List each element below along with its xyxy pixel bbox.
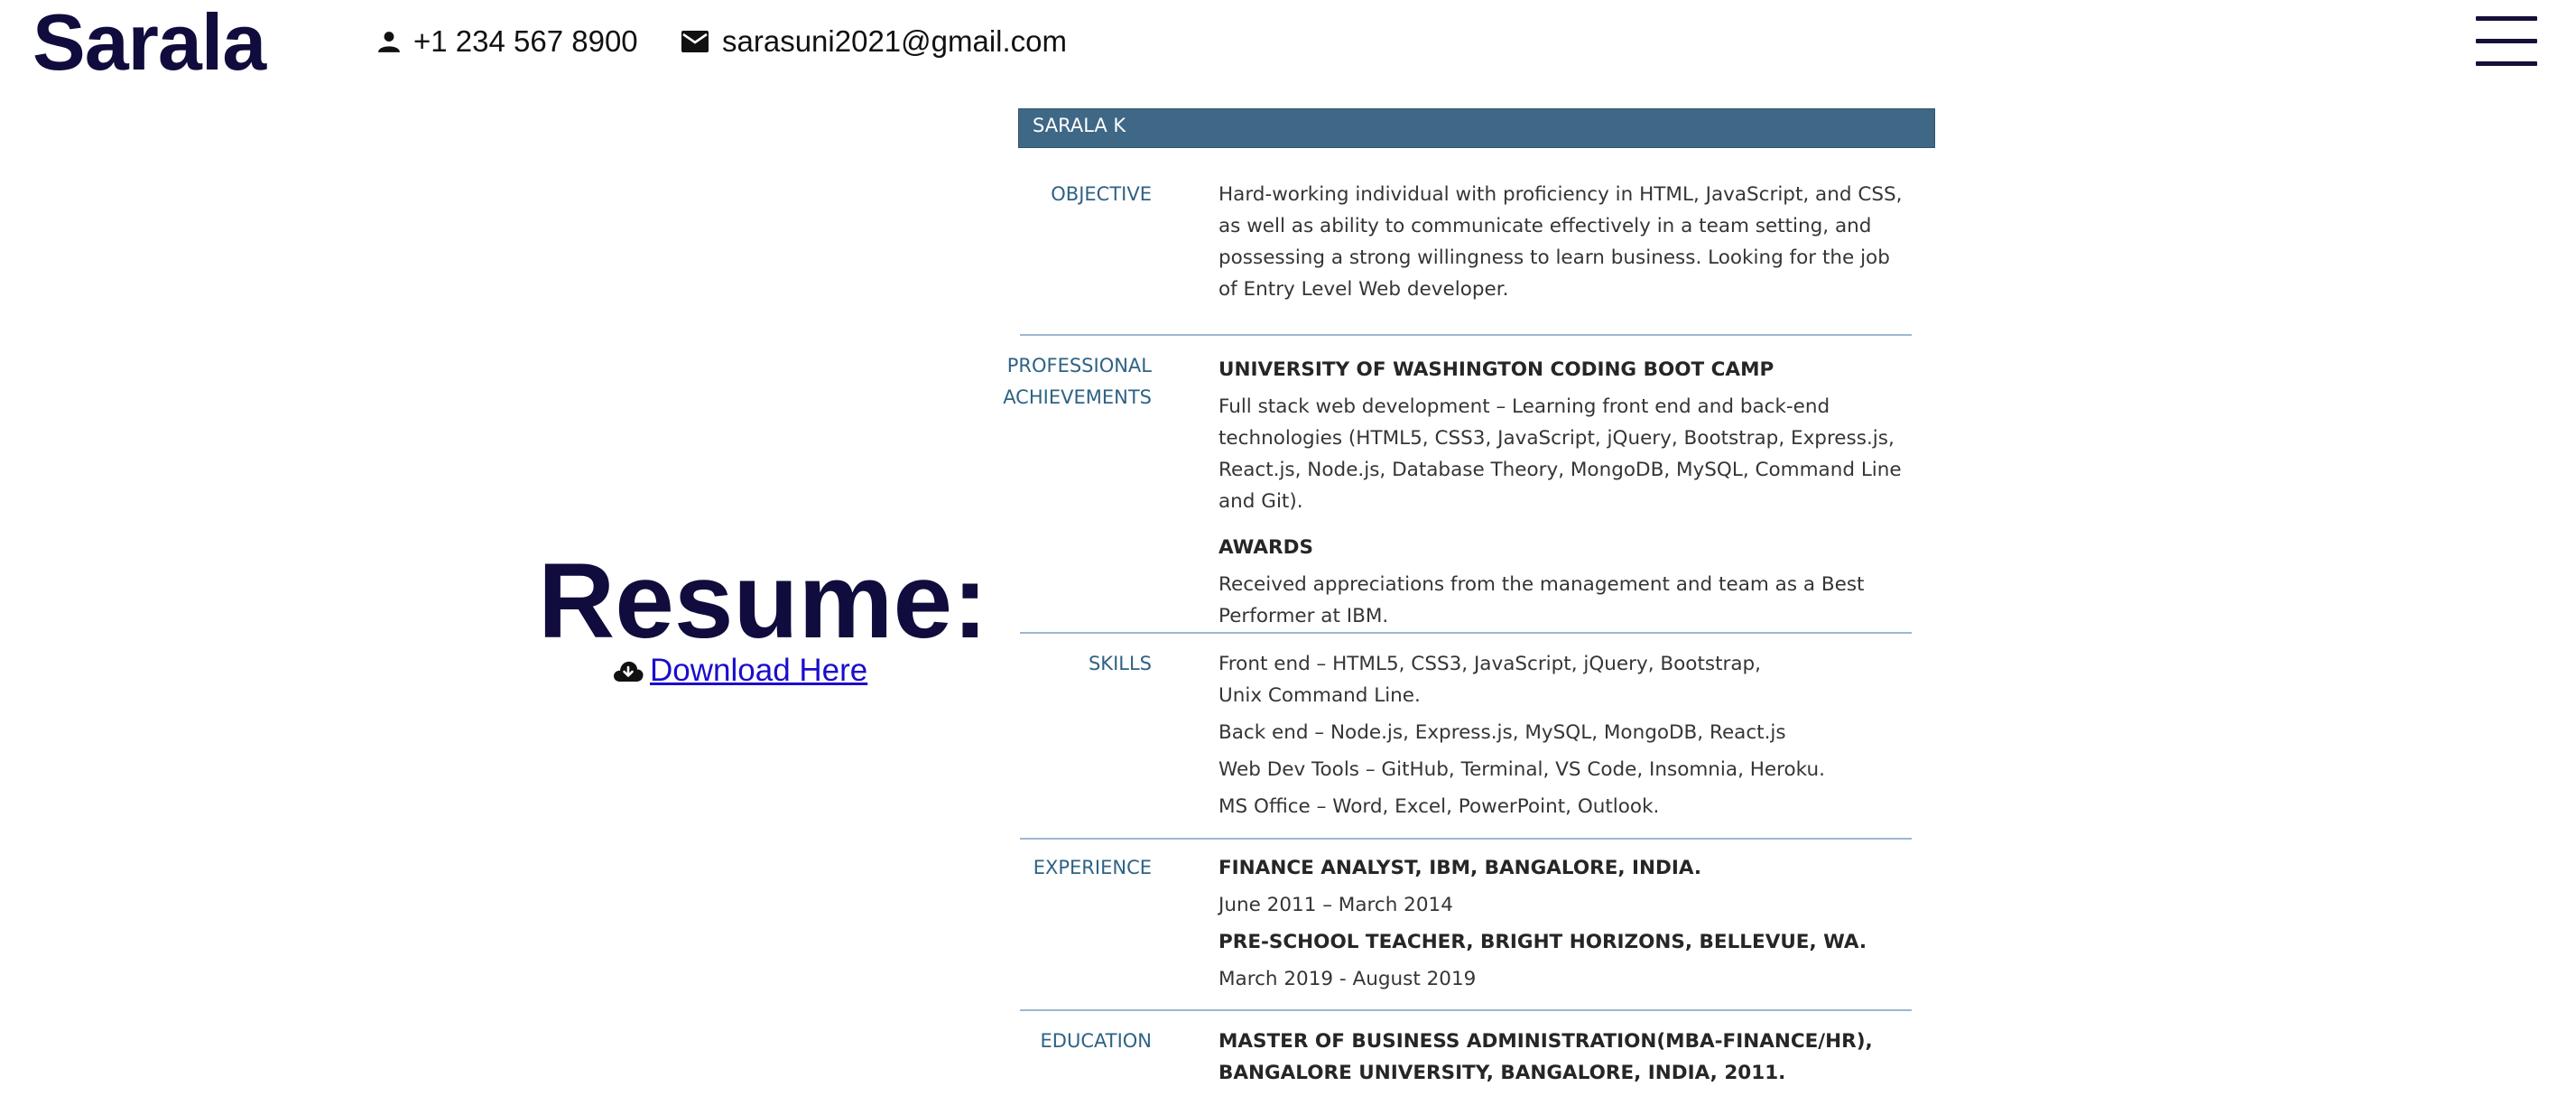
skill-item: Front end – HTML5, CSS3, JavaScript, jQu… [1219, 653, 1762, 707]
resume-document: SARALA K OBJECTIVE Hard-working individu… [1003, 108, 1935, 1105]
achievements-label-line1: PROFESSIONAL [1006, 355, 1152, 376]
hamburger-menu-icon[interactable] [2476, 16, 2537, 69]
resume-name-banner: SARALA K [1018, 108, 1935, 148]
achievements-label-line2: ACHIEVEMENTS [1003, 386, 1152, 408]
job-dates: June 2011 – March 2014 [1219, 894, 1453, 916]
phone-number: +1 234 567 8900 [413, 24, 638, 58]
job-title: FINANCE ANALYST, IBM, BANGALORE, INDIA. [1219, 857, 1702, 879]
mail-icon [681, 31, 709, 52]
email-contact[interactable]: sarasuni2021@gmail.com [681, 23, 1067, 60]
skill-item: Back end – Node.js, Express.js, MySQL, M… [1219, 721, 1786, 744]
email-address: sarasuni2021@gmail.com [722, 24, 1068, 58]
education-degree: MASTER OF BUSINESS ADMINISTRATION(MBA-FI… [1219, 1030, 1873, 1084]
awards-title: AWARDS [1219, 536, 1313, 559]
objective-content: Hard-working individual with proficiency… [1219, 179, 1913, 305]
download-resume-link[interactable]: Download Here [650, 652, 867, 690]
achievements-label: PROFESSIONAL ACHIEVEMENTS [1003, 350, 1152, 413]
experience-content: FINANCE ANALYST, IBM, BANGALORE, INDIA. … [1219, 852, 1913, 995]
brand-logo-text[interactable]: Sarala [32, 2, 266, 83]
section-divider [1020, 632, 1912, 634]
resume-title: Resume: [538, 542, 988, 661]
skill-item: MS Office – Word, Excel, PowerPoint, Out… [1219, 795, 1660, 818]
bootcamp-text: Full stack web development – Learning fr… [1219, 395, 1902, 513]
awards-text: Received appreciations from the manageme… [1219, 573, 1865, 627]
skill-item: Web Dev Tools – GitHub, Terminal, VS Cod… [1219, 758, 1825, 781]
job-dates: March 2019 - August 2019 [1219, 968, 1477, 990]
section-divider [1020, 1009, 1912, 1011]
bootcamp-title: UNIVERSITY OF WASHINGTON CODING BOOT CAM… [1219, 358, 1774, 381]
section-divider [1020, 838, 1912, 840]
person-icon [378, 32, 400, 52]
achievements-content: UNIVERSITY OF WASHINGTON CODING BOOT CAM… [1219, 354, 1913, 632]
job-title: PRE-SCHOOL TEACHER, BRIGHT HORIZONS, BEL… [1219, 931, 1867, 953]
cloud-download-icon [614, 661, 644, 682]
resume-name: SARALA K [1033, 115, 1126, 136]
objective-label: OBJECTIVE [1051, 183, 1152, 205]
download-link-wrapper[interactable]: Download Here [612, 652, 867, 690]
section-divider [1020, 334, 1912, 336]
education-content: MASTER OF BUSINESS ADMINISTRATION(MBA-FI… [1219, 1026, 1913, 1089]
education-label: EDUCATION [1040, 1030, 1152, 1052]
experience-label: EXPERIENCE [1033, 857, 1152, 878]
objective-text: Hard-working individual with proficiency… [1219, 183, 1903, 301]
skills-label: SKILLS [1088, 653, 1152, 674]
phone-contact[interactable]: +1 234 567 8900 [377, 23, 638, 60]
skills-content: Front end – HTML5, CSS3, JavaScript, jQu… [1219, 648, 1825, 822]
